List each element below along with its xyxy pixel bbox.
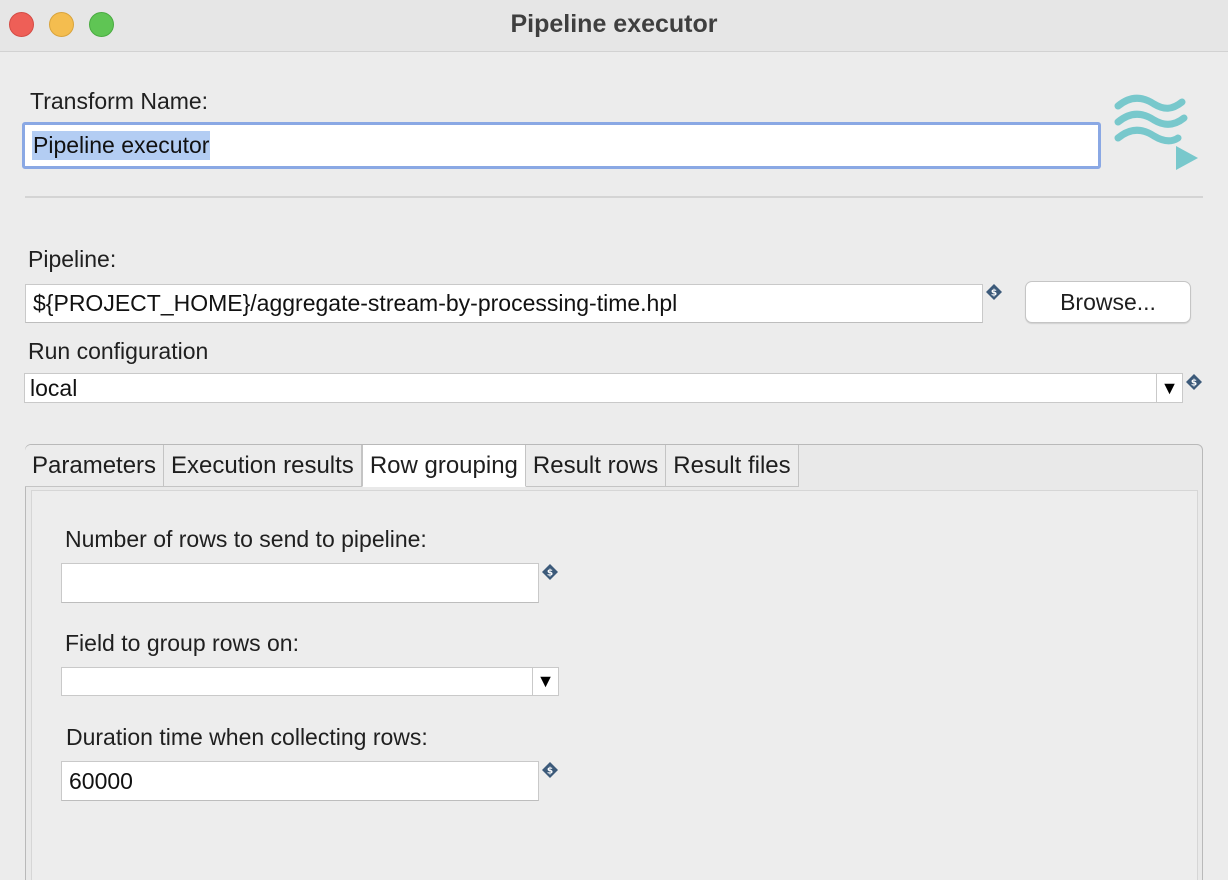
variable-diamond-icon: $ — [542, 762, 558, 778]
pipeline-label: Pipeline: — [28, 246, 117, 272]
header-separator — [25, 196, 1203, 198]
variable-diamond-icon: $ — [1186, 374, 1202, 390]
run-configuration-value: local — [30, 374, 78, 401]
svg-text:$: $ — [547, 767, 553, 777]
transform-name-value: Pipeline executor — [32, 131, 211, 160]
variable-diamond-icon: $ — [986, 284, 1002, 300]
rows-to-send-input[interactable] — [61, 563, 539, 603]
pipeline-executor-logo — [1114, 94, 1198, 170]
group-field-select[interactable]: ▼ — [61, 667, 559, 696]
window-title: Pipeline executor — [510, 10, 718, 38]
svg-text:$: $ — [1191, 379, 1197, 389]
duration-label: Duration time when collecting rows: — [66, 724, 428, 750]
pipeline-path-value: ${PROJECT_HOME}/aggregate-stream-by-proc… — [33, 290, 678, 316]
tab-parameters[interactable]: Parameters — [25, 445, 165, 487]
svg-text:$: $ — [991, 289, 997, 299]
tab-result-rows[interactable]: Result rows — [525, 445, 667, 487]
rows-to-send-label: Number of rows to send to pipeline: — [65, 526, 427, 552]
pipeline-path-input[interactable]: ${PROJECT_HOME}/aggregate-stream-by-proc… — [25, 284, 983, 323]
tab-bar: Parameters Execution results Row groupin… — [25, 445, 799, 487]
tab-result-files[interactable]: Result files — [666, 445, 799, 487]
transform-name-label: Transform Name: — [30, 88, 209, 114]
group-field-label: Field to group rows on: — [65, 630, 299, 656]
triangle-down-icon[interactable]: ▼ — [532, 668, 558, 695]
pipeline-executor-dialog: Pipeline executor Transform Name: Pipeli… — [0, 0, 1228, 880]
tab-execution-results[interactable]: Execution results — [164, 445, 362, 487]
tab-row-grouping[interactable]: Row grouping — [361, 445, 526, 487]
browse-button[interactable]: Browse... — [1025, 281, 1191, 323]
variable-diamond-icon: $ — [542, 564, 558, 580]
title-bar: Pipeline executor — [0, 0, 1228, 52]
triangle-down-icon[interactable]: ▼ — [1156, 374, 1182, 402]
duration-input[interactable]: 60000 — [61, 761, 539, 801]
transform-name-input[interactable]: Pipeline executor — [22, 122, 1101, 169]
svg-text:$: $ — [547, 569, 553, 579]
duration-value: 60000 — [69, 767, 133, 794]
run-configuration-select[interactable]: local ▼ — [24, 373, 1183, 403]
run-configuration-label: Run configuration — [28, 338, 209, 364]
